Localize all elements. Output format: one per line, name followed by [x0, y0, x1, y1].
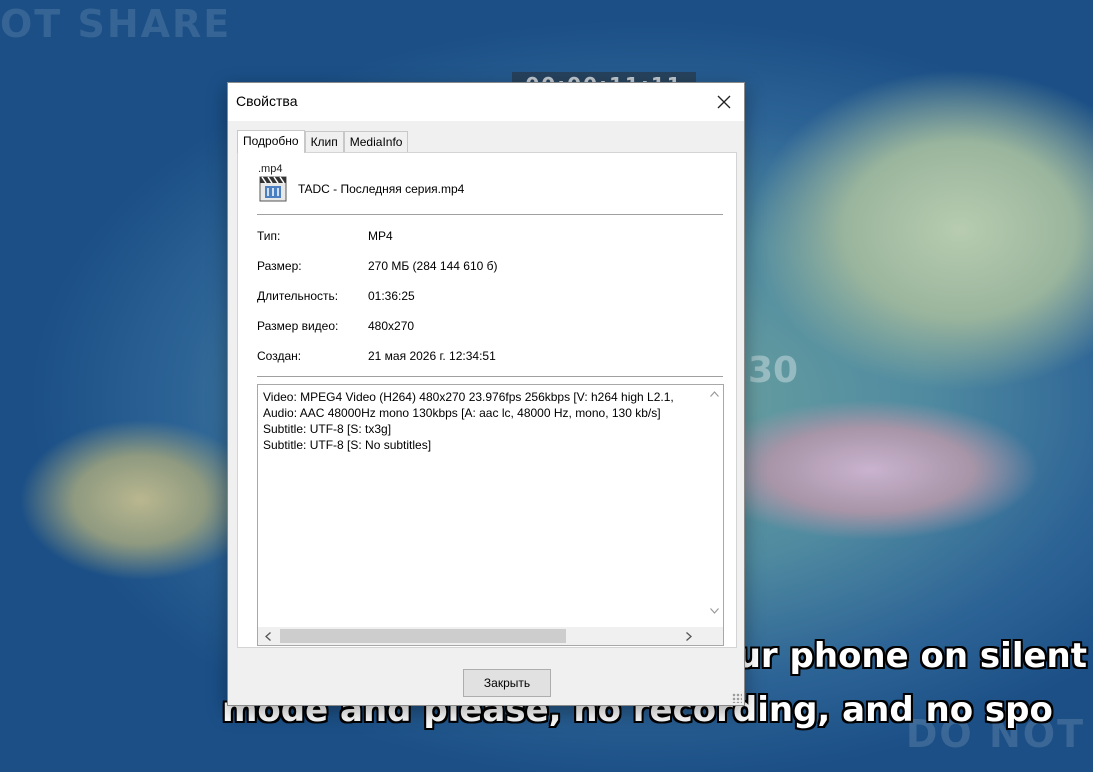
- video-overlay-number: 30: [748, 350, 799, 391]
- watermark-top: OT SHARE: [0, 2, 232, 46]
- vertical-scrollbar[interactable]: [706, 385, 723, 628]
- close-icon: [717, 95, 731, 109]
- file-name: TADC - Последняя серия.mp4: [298, 182, 465, 196]
- close-dialog-button[interactable]: Закрыть: [463, 669, 551, 697]
- prop-label-duration: Длительность:: [257, 289, 339, 303]
- tab-details[interactable]: Подробно: [237, 130, 305, 153]
- chevron-up-icon[interactable]: [710, 391, 719, 397]
- info-line-video: Video: MPEG4 Video (H264) 480x270 23.976…: [263, 390, 674, 404]
- chevron-right-icon[interactable]: [686, 632, 692, 641]
- media-info-lines: Video: MPEG4 Video (H264) 480x270 23.976…: [263, 389, 674, 453]
- prop-value-duration: 01:36:25: [368, 289, 415, 303]
- media-info-textbox[interactable]: Video: MPEG4 Video (H264) 480x270 23.976…: [257, 384, 724, 646]
- resize-grip-icon[interactable]: [732, 693, 742, 703]
- prop-value-size: 270 МБ (284 144 610 б): [368, 259, 498, 273]
- prop-value-video-size: 480x270: [368, 319, 415, 333]
- info-line-subtitle-1: Subtitle: UTF-8 [S: tx3g]: [263, 422, 392, 436]
- clapperboard-icon: [259, 176, 287, 202]
- prop-label-created: Создан:: [257, 349, 302, 363]
- chevron-down-icon[interactable]: [710, 608, 719, 614]
- prop-label-video-size: Размер видео:: [257, 319, 339, 333]
- prop-value-type: MP4: [368, 229, 393, 243]
- prop-label-size: Размер:: [257, 259, 302, 273]
- tab-clip[interactable]: Клип: [304, 131, 344, 152]
- separator-top: [257, 214, 723, 215]
- horizontal-scroll-thumb[interactable]: [280, 629, 566, 643]
- separator-bottom: [257, 376, 723, 377]
- chevron-left-icon[interactable]: [265, 632, 271, 641]
- horizontal-scrollbar[interactable]: [258, 627, 723, 645]
- info-line-subtitle-2: Subtitle: UTF-8 [S: No subtitles]: [263, 438, 432, 452]
- titlebar-close-button[interactable]: [704, 83, 744, 121]
- dialog-title: Свойства: [236, 93, 298, 109]
- dialog-titlebar[interactable]: Свойства: [228, 83, 744, 121]
- tab-strip: Подробно Клип MediaInfo: [237, 130, 409, 153]
- info-line-audio: Audio: AAC 48000Hz mono 130kbps [A: aac …: [263, 406, 661, 420]
- tab-mediainfo[interactable]: MediaInfo: [343, 131, 409, 152]
- details-panel: .mp4 TADC - Последняя серия.mp4 Тип: MP4…: [237, 152, 737, 648]
- prop-label-type: Тип:: [257, 229, 281, 243]
- prop-value-created: 21 мая 2026 г. 12:34:51: [368, 349, 496, 363]
- properties-dialog: Свойства Подробно Клип MediaInfo .mp4 TA…: [227, 82, 745, 706]
- video-file-icon: .mp4: [256, 163, 292, 205]
